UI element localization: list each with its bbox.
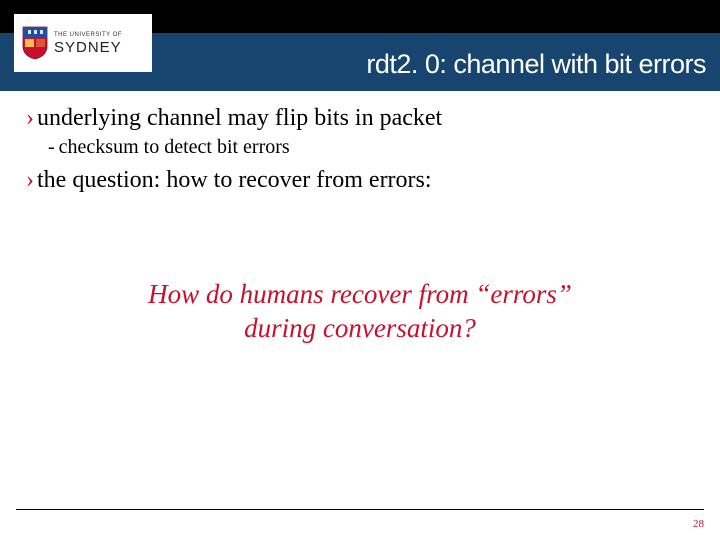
bullet-2: -checksum to detect bit errors bbox=[48, 136, 700, 159]
slide-title: rdt2. 0: channel with bit errors bbox=[200, 49, 706, 80]
callout-line-1: How do humans recover from “errors” bbox=[0, 278, 720, 312]
bullet-marker: › bbox=[26, 167, 34, 193]
bullet-text: the question: how to recover from errors… bbox=[37, 167, 432, 193]
page-number: 28 bbox=[693, 518, 704, 530]
logo-name: SYDNEY bbox=[54, 40, 122, 55]
content-area: ›underlying channel may flip bits in pac… bbox=[26, 105, 700, 198]
bullet-text: checksum to detect bit errors bbox=[59, 136, 290, 158]
callout-question: How do humans recover from “errors” duri… bbox=[0, 278, 720, 346]
logo-text: THE UNIVERSITY OF SYDNEY bbox=[54, 32, 122, 55]
bullet-marker: - bbox=[48, 136, 55, 158]
shield-icon bbox=[22, 26, 48, 60]
university-logo: THE UNIVERSITY OF SYDNEY bbox=[14, 14, 152, 72]
bullet-3: ›the question: how to recover from error… bbox=[26, 167, 700, 194]
callout-line-2: during conversation? bbox=[0, 312, 720, 346]
logo-prefix: THE UNIVERSITY OF bbox=[54, 32, 122, 38]
footer-rule bbox=[16, 509, 704, 510]
slide: THE UNIVERSITY OF SYDNEY rdt2. 0: channe… bbox=[0, 0, 720, 540]
bullet-1: ›underlying channel may flip bits in pac… bbox=[26, 105, 700, 132]
bullet-text: underlying channel may flip bits in pack… bbox=[37, 105, 442, 131]
bullet-marker: › bbox=[26, 105, 34, 131]
